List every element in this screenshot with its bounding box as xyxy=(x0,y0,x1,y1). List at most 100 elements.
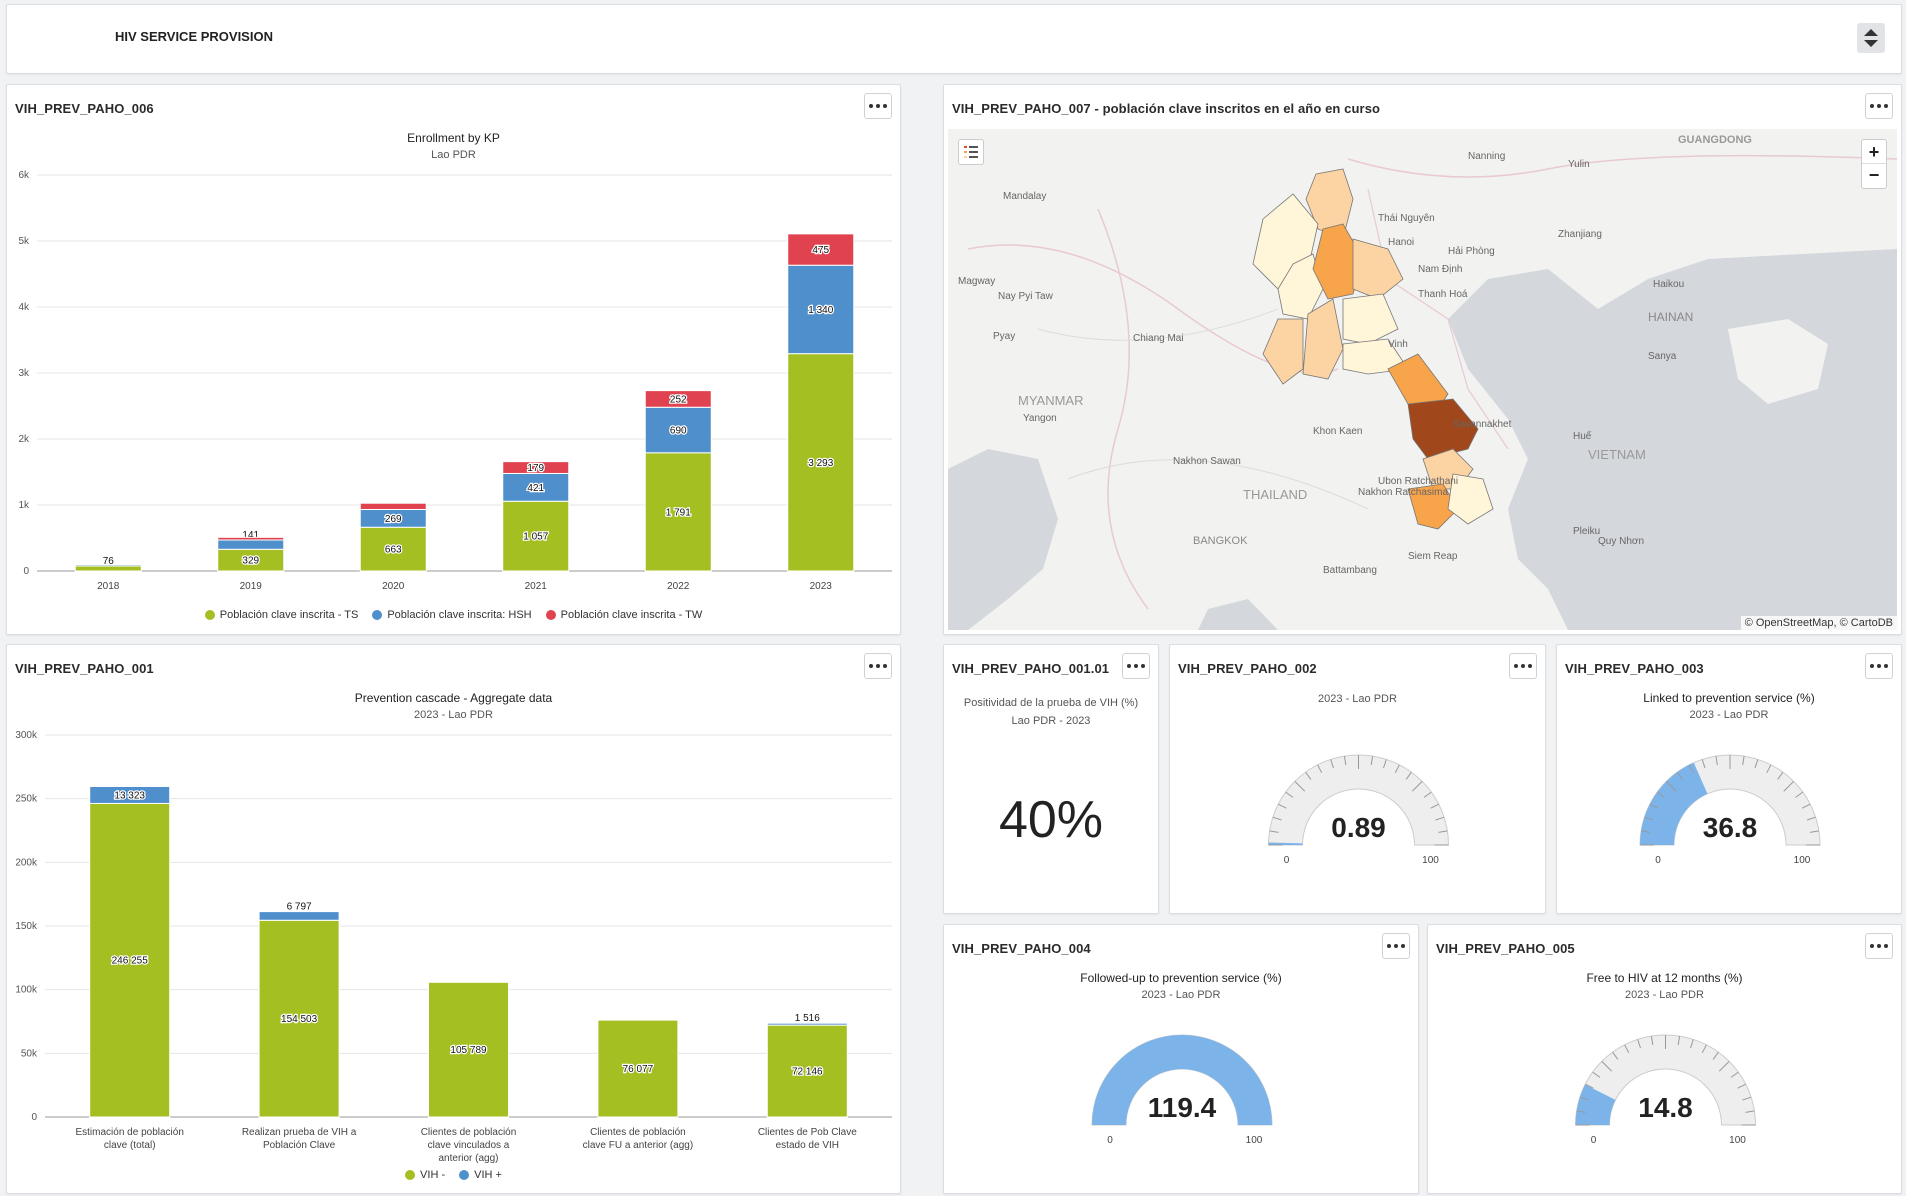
svg-text:Nakhon Sawan: Nakhon Sawan xyxy=(1173,456,1241,467)
list-icon xyxy=(964,146,978,158)
zoom-in-button[interactable]: + xyxy=(1862,140,1886,164)
svg-text:Magway: Magway xyxy=(958,276,995,287)
panel-title: VIH_PREV_PAHO_007 - población clave insc… xyxy=(952,101,1381,116)
dashboard-header: HIV SERVICE PROVISION xyxy=(6,4,1902,74)
y-tick-label: 200k xyxy=(15,857,38,868)
panel-positivity-kpi: VIH_PREV_PAHO_001.01 Positividad de la p… xyxy=(943,644,1159,914)
x-tick-label: 2020 xyxy=(382,581,405,592)
svg-text:Yangon: Yangon xyxy=(1023,413,1057,424)
svg-text:Quy Nhơn: Quy Nhơn xyxy=(1598,536,1644,547)
panel-menu-button[interactable] xyxy=(1122,653,1150,679)
panel-menu-button[interactable] xyxy=(1865,93,1893,119)
svg-text:Vinh: Vinh xyxy=(1388,339,1408,350)
y-tick-label: 4k xyxy=(18,302,30,313)
svg-text:Mandalay: Mandalay xyxy=(1003,191,1046,202)
svg-text:GUANGDONG: GUANGDONG xyxy=(1678,134,1752,146)
x-tick-label: Población Clave xyxy=(263,1140,336,1151)
data-label: 1 516 xyxy=(795,1013,820,1024)
map-canvas: GUANGDONG Nanning Yulin Mandalay Thái Ng… xyxy=(948,134,1897,630)
bar-segment xyxy=(74,564,142,567)
legend-item[interactable]: Población clave inscrita: HSH xyxy=(372,609,532,621)
svg-text:THAILAND: THAILAND xyxy=(1243,487,1307,502)
gauge-min-label: 0 xyxy=(1655,855,1661,866)
svg-text:Siem Reap: Siem Reap xyxy=(1408,551,1458,562)
svg-text:Haikou: Haikou xyxy=(1653,279,1684,290)
cascade-bar-chart: 0 50k 100k 150k 200k 250k 300k 246 255 13 323 Est… xyxy=(15,730,892,1164)
sort-arrows-icon xyxy=(1864,29,1878,47)
gauge-value: 119.4 xyxy=(1148,1092,1217,1123)
enrollment-bar-chart: 01k2k3k4k5k6k762018329141201966326920201… xyxy=(18,170,892,592)
y-tick-label: 150k xyxy=(15,921,38,932)
gauge-min-label: 0 xyxy=(1284,855,1290,866)
y-tick-label: 2k xyxy=(18,434,30,445)
gauge-chart: 14.8 0 100 xyxy=(1574,1034,1757,1146)
y-tick-label: 250k xyxy=(15,794,38,805)
legend-marker xyxy=(459,1170,470,1180)
data-label: 1 340 xyxy=(808,305,833,316)
legend-item[interactable]: VIH - xyxy=(405,1169,445,1181)
x-tick-label: clave vinculados a xyxy=(428,1140,510,1151)
x-tick-label: 2022 xyxy=(667,581,690,592)
chart-legend: VIH - VIH + xyxy=(7,1169,900,1181)
legend-item[interactable]: Población clave inscrita - TW xyxy=(545,609,703,621)
legend-marker xyxy=(405,1170,416,1180)
x-tick-label: Clientes de población xyxy=(421,1127,517,1138)
x-tick-label: 2021 xyxy=(525,581,548,592)
gauge-value: 0.89 xyxy=(1331,812,1386,843)
svg-text:Sanya: Sanya xyxy=(1648,351,1677,362)
svg-text:Yulin: Yulin xyxy=(1568,159,1590,170)
data-label: 6 797 xyxy=(287,902,312,913)
legend-item[interactable]: Población clave inscrita - TS xyxy=(204,609,358,621)
gauge-value: 36.8 xyxy=(1703,812,1758,843)
svg-text:VIETNAM: VIETNAM xyxy=(1588,447,1646,462)
x-tick-label: 2019 xyxy=(240,581,263,592)
svg-text:Ubon Ratchathani: Ubon Ratchathani xyxy=(1378,476,1458,487)
gauge-chart: 0.89 0 100 xyxy=(1267,754,1450,866)
panel-gauge-005: VIH_PREV_PAHO_005 Free to HIV at 12 mont… xyxy=(1427,924,1902,1194)
chart-legend: Población clave inscrita - TS Población c… xyxy=(7,609,900,621)
x-tick-label: Clientes de población xyxy=(590,1127,686,1138)
gauge-max-label: 100 xyxy=(1246,1135,1263,1146)
panel-map: VIH_PREV_PAHO_007 - población clave insc… xyxy=(943,84,1902,635)
legend-marker xyxy=(545,610,556,620)
svg-text:Huế: Huế xyxy=(1573,430,1592,442)
zoom-out-button[interactable]: − xyxy=(1862,164,1886,188)
svg-text:Khon Kaen: Khon Kaen xyxy=(1313,426,1363,437)
svg-text:MYANMAR: MYANMAR xyxy=(1018,393,1083,408)
y-tick-label: 3k xyxy=(18,368,30,379)
svg-text:Nam Định: Nam Định xyxy=(1418,264,1462,275)
gauge-chart: 36.8 0 100 xyxy=(1639,754,1821,866)
legend-item[interactable]: VIH + xyxy=(459,1169,502,1181)
svg-text:BANGKOK: BANGKOK xyxy=(1193,535,1248,547)
svg-text:Battambang: Battambang xyxy=(1323,565,1377,576)
sort-toggle-button[interactable] xyxy=(1857,23,1885,53)
data-label: 475 xyxy=(812,245,829,256)
svg-text:Thái Nguyên: Thái Nguyên xyxy=(1378,213,1435,224)
y-tick-label: 100k xyxy=(15,985,38,996)
y-tick-label: 1k xyxy=(18,500,30,511)
y-tick-label: 0 xyxy=(31,1112,37,1123)
svg-text:Nakhon Ratchasima: Nakhon Ratchasima xyxy=(1358,487,1448,498)
zoom-controls: + − xyxy=(1861,139,1887,189)
dashboard-title: HIV SERVICE PROVISION xyxy=(115,29,273,44)
map-view[interactable]: GUANGDONG Nanning Yulin Mandalay Thái Ng… xyxy=(948,129,1897,630)
x-tick-label: clave (total) xyxy=(104,1140,156,1151)
legend-toggle-button[interactable] xyxy=(958,139,984,165)
gauge-min-label: 0 xyxy=(1107,1135,1113,1146)
bar-segment xyxy=(217,536,285,541)
x-tick-label: Clientes de Pob Clave xyxy=(758,1127,857,1138)
data-label: 105 789 xyxy=(450,1045,487,1056)
svg-text:Pyay: Pyay xyxy=(993,331,1015,342)
panel-enrollment-by-kp: VIH_PREV_PAHO_006 Enrollment by KP Lao P… xyxy=(6,84,901,635)
data-label: 1 057 xyxy=(523,532,548,543)
bar-segment xyxy=(258,911,340,921)
svg-text:Zhanjiang: Zhanjiang xyxy=(1558,229,1602,240)
legend-label: VIH - xyxy=(420,1169,446,1181)
data-label: 76 077 xyxy=(623,1064,654,1075)
y-tick-label: 6k xyxy=(18,170,30,181)
legend-label: VIH + xyxy=(474,1169,502,1181)
x-tick-label: 2023 xyxy=(810,581,833,592)
legend-label: Población clave inscrita - TW xyxy=(560,609,703,621)
svg-text:Chiang Mai: Chiang Mai xyxy=(1133,333,1184,344)
panel-title: VIH_PREV_PAHO_001.01 xyxy=(952,661,1110,676)
